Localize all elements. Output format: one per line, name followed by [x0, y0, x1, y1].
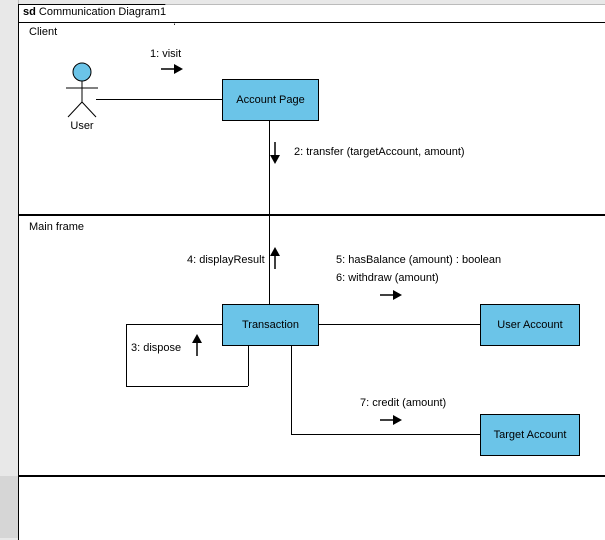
partition-divider	[19, 214, 605, 216]
link-transaction-targetaccount-h	[291, 434, 480, 435]
link-user-accountpage	[96, 99, 222, 100]
arrow-icon	[378, 289, 402, 301]
ruler-left	[0, 0, 19, 540]
diagram-canvas: sd Communication Diagram1 Client Main fr…	[0, 0, 605, 540]
actor-icon	[62, 62, 102, 118]
message-4: 4: displayResult	[187, 254, 265, 266]
message-3: 3: dispose	[131, 342, 181, 354]
node-user-account[interactable]: User Account	[480, 304, 580, 346]
tab-prefix: sd	[23, 6, 36, 18]
partition-divider	[19, 475, 605, 477]
message-2: 2: transfer (targetAccount, amount)	[294, 146, 465, 158]
partition-label-mainframe: Main frame	[29, 221, 84, 233]
link-transaction-useraccount	[318, 324, 480, 325]
arrow-icon	[263, 253, 287, 265]
link-self-bottom	[126, 386, 248, 387]
message-5: 5: hasBalance (amount) : boolean	[336, 254, 501, 266]
link-self-top	[126, 324, 222, 325]
arrow-icon	[263, 146, 287, 158]
link-self-right	[248, 345, 249, 386]
arrow-icon	[159, 63, 183, 75]
message-6: 6: withdraw (amount)	[336, 272, 439, 284]
node-target-account[interactable]: Target Account	[480, 414, 580, 456]
tab-title: Communication Diagram1	[39, 6, 166, 18]
actor-user[interactable]: User	[57, 62, 107, 132]
message-7: 7: credit (amount)	[360, 397, 446, 409]
node-account-page[interactable]: Account Page	[222, 79, 319, 121]
arrow-icon	[378, 414, 402, 426]
arrow-icon	[185, 340, 209, 352]
node-transaction[interactable]: Transaction	[222, 304, 319, 346]
link-self-v	[126, 324, 127, 386]
link-transaction-targetaccount-v	[291, 345, 292, 434]
actor-label: User	[57, 120, 107, 132]
ruler-segment	[0, 476, 18, 538]
message-1: 1: visit	[150, 48, 181, 60]
partition-label-client: Client	[29, 26, 57, 38]
